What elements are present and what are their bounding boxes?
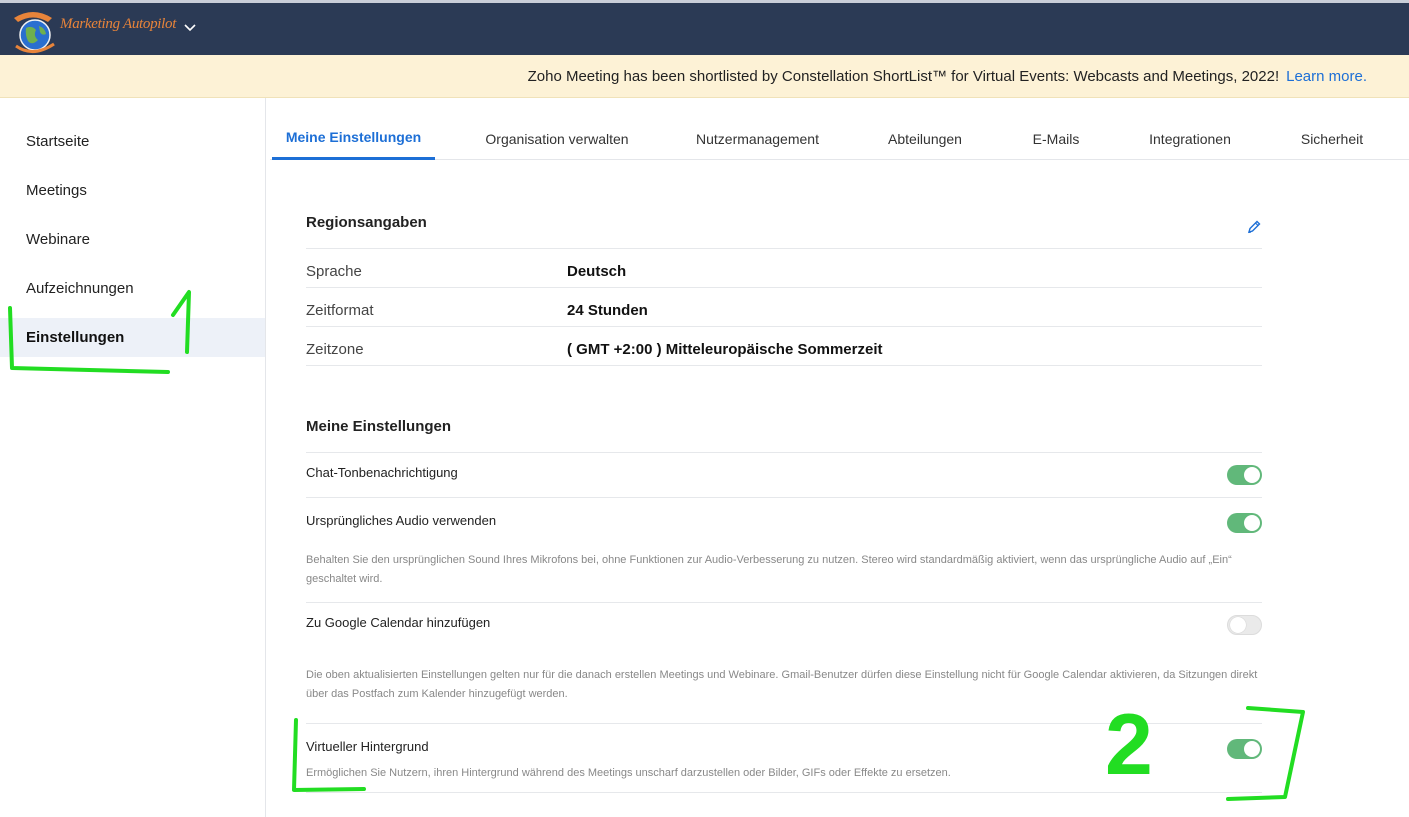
sidebar-item-label: Aufzeichnungen: [26, 280, 134, 297]
top-bar: Marketing Autopilot: [0, 0, 1409, 55]
virtual-background-description: Ermöglichen Sie Nutzern, ihren Hintergru…: [306, 767, 951, 779]
divider: [306, 497, 1262, 498]
divider: [306, 248, 1262, 249]
toggle-knob: [1230, 617, 1246, 633]
divider: [306, 602, 1262, 603]
settings-tabs: Meine Einstellungen Organisation verwalt…: [270, 117, 1409, 160]
language-label: Sprache: [306, 263, 362, 280]
google-calendar-toggle[interactable]: [1227, 615, 1262, 635]
brand-switcher[interactable]: Marketing Autopilot: [8, 7, 208, 55]
divider: [306, 723, 1262, 724]
divider: [306, 326, 1262, 327]
region-section-title: Regionsangaben: [306, 214, 427, 231]
time-format-value: 24 Stunden: [567, 302, 648, 319]
banner-text: Zoho Meeting has been shortlisted by Con…: [527, 67, 1280, 85]
toggle-knob: [1244, 515, 1260, 531]
sidebar-item-startseite[interactable]: Startseite: [0, 122, 265, 161]
toggle-knob: [1244, 467, 1260, 483]
sidebar-item-einstellungen[interactable]: Einstellungen: [0, 318, 265, 357]
google-calendar-label: Zu Google Calendar hinzufügen: [306, 615, 491, 630]
chat-sound-label: Chat-Tonbenachrichtigung: [306, 465, 458, 480]
toggle-knob: [1244, 741, 1260, 757]
sidebar-item-aufzeichnungen[interactable]: Aufzeichnungen: [0, 269, 265, 308]
google-calendar-description: Die oben aktualisierten Einstellungen ge…: [306, 669, 1258, 700]
virtual-background-toggle[interactable]: [1227, 739, 1262, 759]
divider: [306, 365, 1262, 366]
virtual-background-label: Virtueller Hintergrund: [306, 739, 429, 754]
divider: [306, 452, 1262, 453]
timezone-value: ( GMT +2:00 ) Mitteleuropäische Sommerze…: [567, 341, 883, 358]
announcement-banner: Zoho Meeting has been shortlisted by Con…: [0, 55, 1409, 98]
original-audio-description: Behalten Sie den ursprünglichen Sound Ih…: [306, 554, 1232, 585]
tab-meine-einstellungen[interactable]: Meine Einstellungen: [272, 117, 435, 160]
sidebar-item-label: Einstellungen: [26, 329, 125, 346]
divider: [306, 792, 1262, 793]
tab-organisation-verwalten[interactable]: Organisation verwalten: [470, 117, 644, 160]
original-audio-toggle[interactable]: [1227, 513, 1262, 533]
globe-logo-icon: [8, 8, 58, 54]
sidebar-item-meetings[interactable]: Meetings: [0, 171, 265, 210]
sidebar-item-label: Meetings: [26, 182, 87, 199]
tab-integrationen[interactable]: Integrationen: [1136, 117, 1244, 160]
my-settings-section-title: Meine Einstellungen: [306, 418, 452, 435]
tab-abteilungen[interactable]: Abteilungen: [875, 117, 975, 160]
time-format-label: Zeitformat: [306, 302, 374, 319]
chevron-down-icon[interactable]: [182, 19, 198, 35]
sidebar-item-label: Webinare: [26, 231, 90, 248]
chat-sound-toggle[interactable]: [1227, 465, 1262, 485]
original-audio-label: Ursprüngliches Audio verwenden: [306, 513, 497, 528]
brand-name: Marketing Autopilot: [60, 15, 177, 32]
sidebar: Startseite Meetings Webinare Aufzeichnun…: [0, 98, 266, 817]
tab-e-mails[interactable]: E-Mails: [1020, 117, 1092, 160]
pencil-icon[interactable]: [1245, 218, 1263, 236]
sidebar-item-webinare[interactable]: Webinare: [0, 220, 265, 259]
language-value: Deutsch: [567, 263, 627, 280]
timezone-label: Zeitzone: [306, 341, 364, 358]
sidebar-item-label: Startseite: [26, 133, 90, 150]
tab-nutzermanagement[interactable]: Nutzermanagement: [685, 117, 830, 160]
divider: [306, 287, 1262, 288]
tab-sicherheit[interactable]: Sicherheit: [1292, 117, 1372, 160]
learn-more-link[interactable]: Learn more.: [1286, 68, 1367, 85]
